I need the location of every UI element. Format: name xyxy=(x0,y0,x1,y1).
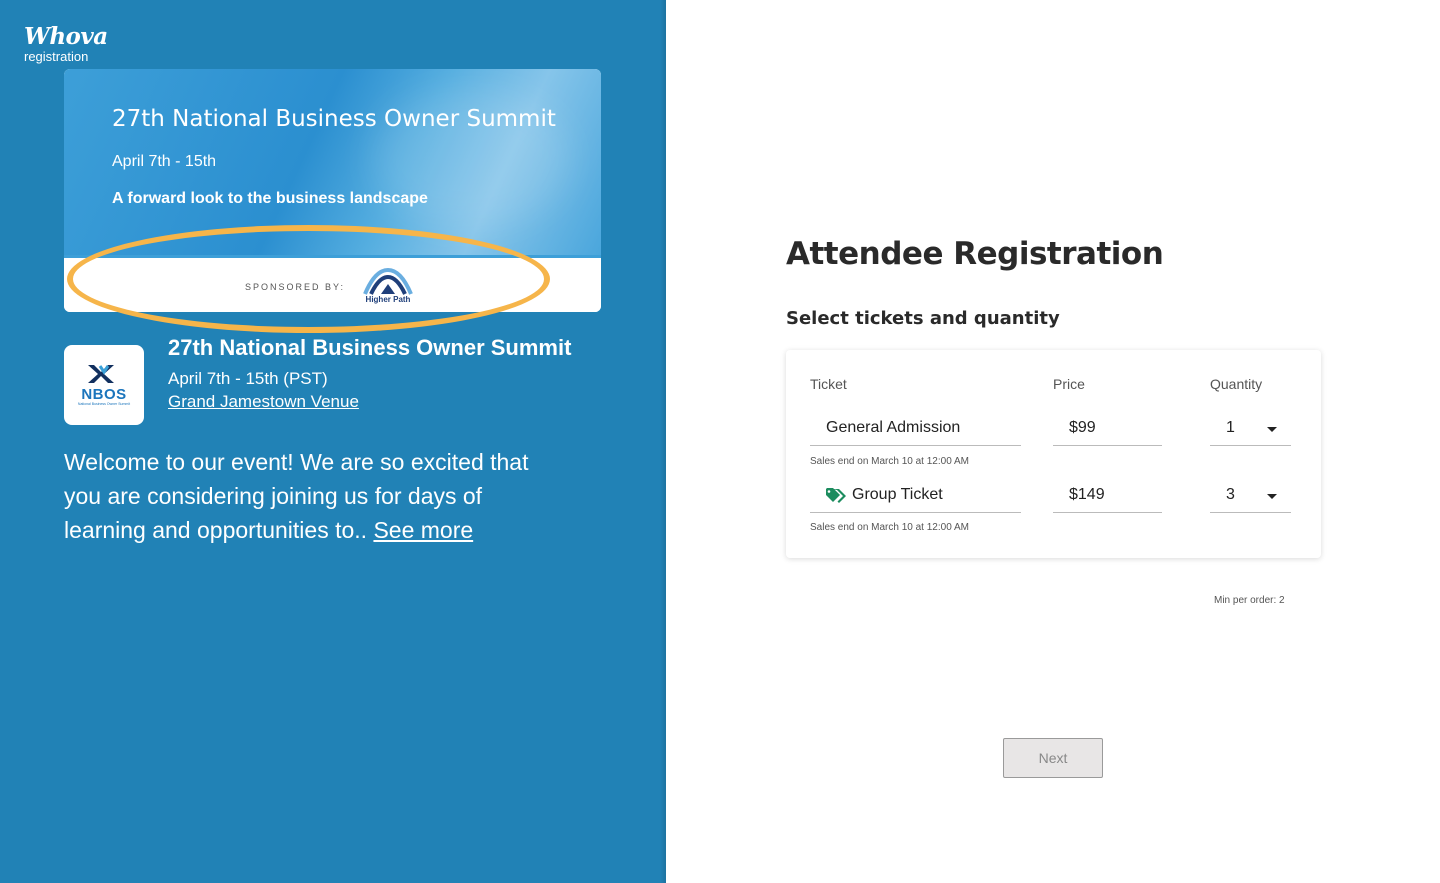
ticket-name: General Admission xyxy=(826,419,961,436)
ticket-price: $149 xyxy=(1069,486,1105,503)
dropdown-arrow-icon xyxy=(1267,427,1277,432)
page-title: Attendee Registration xyxy=(786,236,1164,272)
banner-title: 27th National Business Owner Summit xyxy=(112,106,556,132)
event-venue-link[interactable]: Grand Jamestown Venue xyxy=(168,392,359,412)
quantity-value: 1 xyxy=(1226,419,1235,436)
dropdown-arrow-icon xyxy=(1267,494,1277,499)
ticket-name-field: Group Ticket xyxy=(810,477,1021,513)
logo-wordmark: Whova xyxy=(24,23,108,50)
quantity-select[interactable]: 1 xyxy=(1210,410,1291,446)
section-title: Select tickets and quantity xyxy=(786,308,1060,329)
sales-end-note: Sales end on March 10 at 12:00 AM xyxy=(810,456,969,467)
welcome-text: Welcome to our event! We are so excited … xyxy=(64,445,534,547)
ticket-name-field: General Admission xyxy=(810,410,1021,446)
event-date: April 7th - 15th (PST) xyxy=(168,369,328,388)
see-more-link[interactable]: See more xyxy=(373,517,473,543)
ticket-name: Group Ticket xyxy=(852,486,943,503)
banner-tagline: A forward look to the business landscape xyxy=(112,190,428,207)
banner-date: April 7th - 15th xyxy=(112,153,217,170)
price-column-header: Price xyxy=(1053,376,1085,392)
next-button[interactable]: Next xyxy=(1003,738,1103,778)
event-logo-text: NBOS xyxy=(81,386,127,403)
logo-subtitle: registration xyxy=(24,49,89,64)
event-logo: NBOS National Business Owner Summit xyxy=(64,345,144,425)
quantity-column-header: Quantity xyxy=(1210,376,1263,392)
min-per-order-note: Min per order: 2 xyxy=(1214,595,1285,606)
ticket-selection-card: Ticket Price Quantity General Admission … xyxy=(786,350,1321,558)
tag-icon xyxy=(826,488,846,503)
whova-logo[interactable]: Whova registration xyxy=(24,24,108,64)
quantity-value: 3 xyxy=(1226,486,1235,503)
event-title: 27th National Business Owner Summit xyxy=(168,335,572,360)
quantity-select[interactable]: 3 xyxy=(1210,477,1291,513)
ticket-price-field: $99 xyxy=(1053,410,1162,446)
event-logo-subtext: National Business Owner Summit xyxy=(77,402,131,406)
sales-end-note: Sales end on March 10 at 12:00 AM xyxy=(810,522,969,533)
ticket-column-header: Ticket xyxy=(810,376,847,392)
ticket-price-field: $149 xyxy=(1053,477,1162,513)
nbos-logo-icon xyxy=(88,365,114,383)
highlight-annotation-ring xyxy=(67,225,550,333)
event-info-panel: Whova registration 27th National Busines… xyxy=(0,0,666,883)
ticket-price: $99 xyxy=(1069,419,1096,436)
